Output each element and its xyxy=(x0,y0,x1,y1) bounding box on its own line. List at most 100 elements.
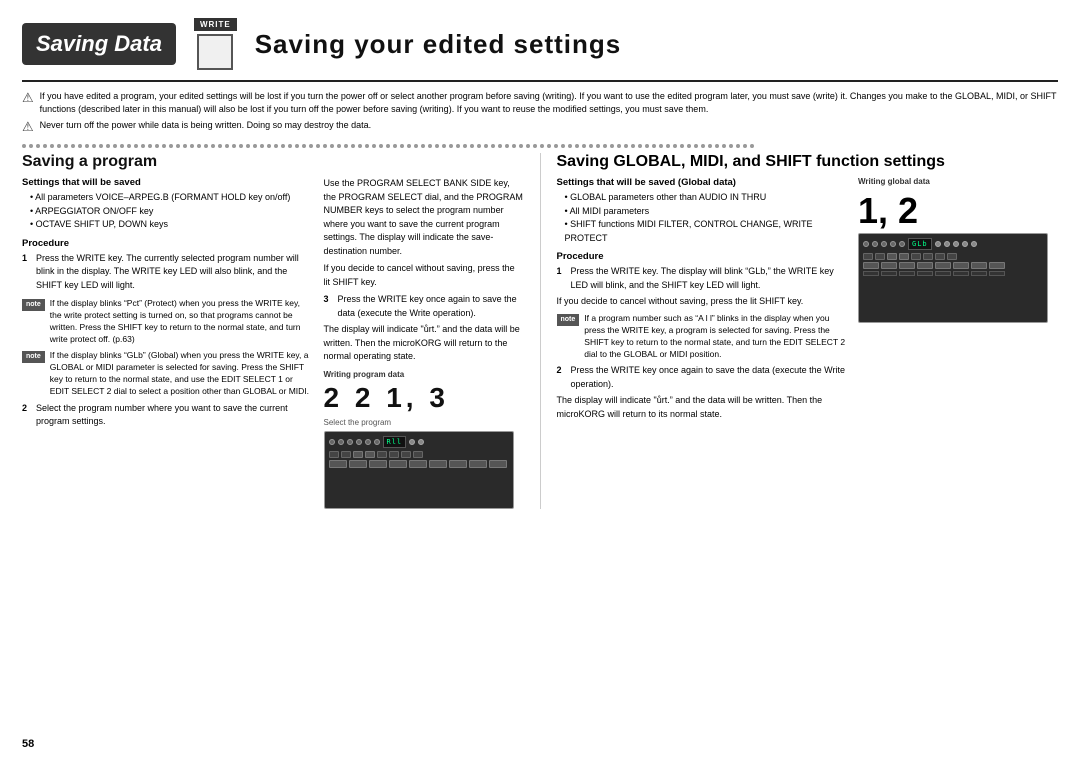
right-step-2: 2 Press the WRITE key once again to save… xyxy=(557,364,849,391)
synth-panel-left: Rll xyxy=(324,431,514,509)
synth-knob-bright xyxy=(409,439,415,445)
dot xyxy=(316,144,320,148)
synth-row-r1: GLb xyxy=(863,238,1043,250)
dot xyxy=(351,144,355,148)
dot xyxy=(71,144,75,148)
synth-key-r xyxy=(989,262,1005,269)
procedure-list-left: 1 Press the WRITE key. The currently sel… xyxy=(22,252,314,293)
synth-key-small xyxy=(971,271,987,276)
dot xyxy=(190,144,194,148)
dot xyxy=(652,144,656,148)
synth-key xyxy=(349,460,367,468)
synth-btn xyxy=(377,451,387,458)
title-underline xyxy=(22,80,1058,82)
left-main: Settings that will be saved All paramete… xyxy=(22,177,314,509)
dot xyxy=(267,144,271,148)
synth-row-r2 xyxy=(863,253,1043,260)
right-content: Settings that will be saved (Global data… xyxy=(557,177,1059,425)
synth-btn xyxy=(875,253,885,260)
dot xyxy=(603,144,607,148)
dot xyxy=(57,144,61,148)
right-step-1: 1 Press the WRITE key. The display will … xyxy=(557,265,849,292)
dot xyxy=(225,144,229,148)
dot xyxy=(708,144,712,148)
dot xyxy=(36,144,40,148)
dot xyxy=(78,144,82,148)
dot xyxy=(134,144,138,148)
step-num-r2: 2 xyxy=(557,364,567,391)
dot xyxy=(477,144,481,148)
warning-item-1: ⚠ If you have edited a program, your edi… xyxy=(22,90,1058,115)
synth-knob xyxy=(347,439,353,445)
dot xyxy=(127,144,131,148)
synth-key-small xyxy=(989,271,1005,276)
synth-knob xyxy=(338,439,344,445)
right-main: Settings that will be saved (Global data… xyxy=(557,177,849,425)
dot xyxy=(274,144,278,148)
dot xyxy=(330,144,334,148)
bullet-item: SHIFT functions MIDI FILTER, CONTROL CHA… xyxy=(565,218,849,245)
cancel-text-right: If you decide to cancel without saving, … xyxy=(557,295,849,309)
note-label-r1: note xyxy=(557,314,580,326)
synth-display-screen: Rll xyxy=(383,436,407,448)
dot xyxy=(239,144,243,148)
bullet-item: OCTAVE SHIFT UP, DOWN keys xyxy=(30,218,314,232)
select-program-label: Select the program xyxy=(324,418,524,427)
dot xyxy=(288,144,292,148)
dot xyxy=(309,144,313,148)
dot xyxy=(344,144,348,148)
dot xyxy=(687,144,691,148)
write-label: WRITE xyxy=(194,18,237,31)
saving-data-badge: Saving Data xyxy=(22,23,176,65)
warnings: ⚠ If you have edited a program, your edi… xyxy=(22,90,1058,136)
synth-btn-write-r xyxy=(887,253,897,260)
synth-knob-bright xyxy=(935,241,941,247)
synth-knob xyxy=(356,439,362,445)
bullet-item: ARPEGGIATOR ON/OFF key xyxy=(30,205,314,219)
dot xyxy=(120,144,124,148)
right-section-title: Saving GLOBAL, MIDI, and SHIFT function … xyxy=(557,153,1059,171)
synth-knob xyxy=(374,439,380,445)
warning-icon-1: ⚠ xyxy=(22,89,34,107)
dot xyxy=(498,144,502,148)
synth-panel-right: GLb xyxy=(858,233,1048,323)
synth-knob xyxy=(329,439,335,445)
dot xyxy=(561,144,565,148)
warning-text-1: If you have edited a program, your edite… xyxy=(40,90,1058,115)
dot xyxy=(365,144,369,148)
dot xyxy=(575,144,579,148)
display-text-left: The display will indicate "ůrt.” and the… xyxy=(324,323,524,364)
synth-btn xyxy=(341,451,351,458)
dot xyxy=(358,144,362,148)
middle-text: Use the PROGRAM SELECT BANK SIDE key, th… xyxy=(324,177,524,258)
note-label-2: note xyxy=(22,351,45,363)
synth-btn xyxy=(923,253,933,260)
dot xyxy=(29,144,33,148)
synth-row-r4 xyxy=(863,271,1043,276)
dot xyxy=(183,144,187,148)
synth-key-small xyxy=(899,271,915,276)
writing-section-left: Writing program data 2 2 1, 3 Select the… xyxy=(324,370,524,509)
synth-key-small xyxy=(935,271,951,276)
synth-knob xyxy=(881,241,887,247)
synth-btn xyxy=(911,253,921,260)
warning-text-2: Never turn off the power while data is b… xyxy=(40,119,1058,132)
dot xyxy=(141,144,145,148)
synth-key-r xyxy=(935,262,951,269)
synth-knob-bright xyxy=(953,241,959,247)
synth-key-r xyxy=(953,262,969,269)
note-1-right: note If a program number such as “A l l”… xyxy=(557,313,849,361)
dot xyxy=(554,144,558,148)
synth-key xyxy=(369,460,387,468)
dot xyxy=(582,144,586,148)
dot xyxy=(85,144,89,148)
dot xyxy=(547,144,551,148)
dot xyxy=(218,144,222,148)
dot xyxy=(694,144,698,148)
left-sub-right: Use the PROGRAM SELECT BANK SIDE key, th… xyxy=(324,177,524,509)
note-label-1: note xyxy=(22,299,45,311)
dot xyxy=(302,144,306,148)
synth-key-r xyxy=(881,262,897,269)
dot xyxy=(379,144,383,148)
dot xyxy=(421,144,425,148)
